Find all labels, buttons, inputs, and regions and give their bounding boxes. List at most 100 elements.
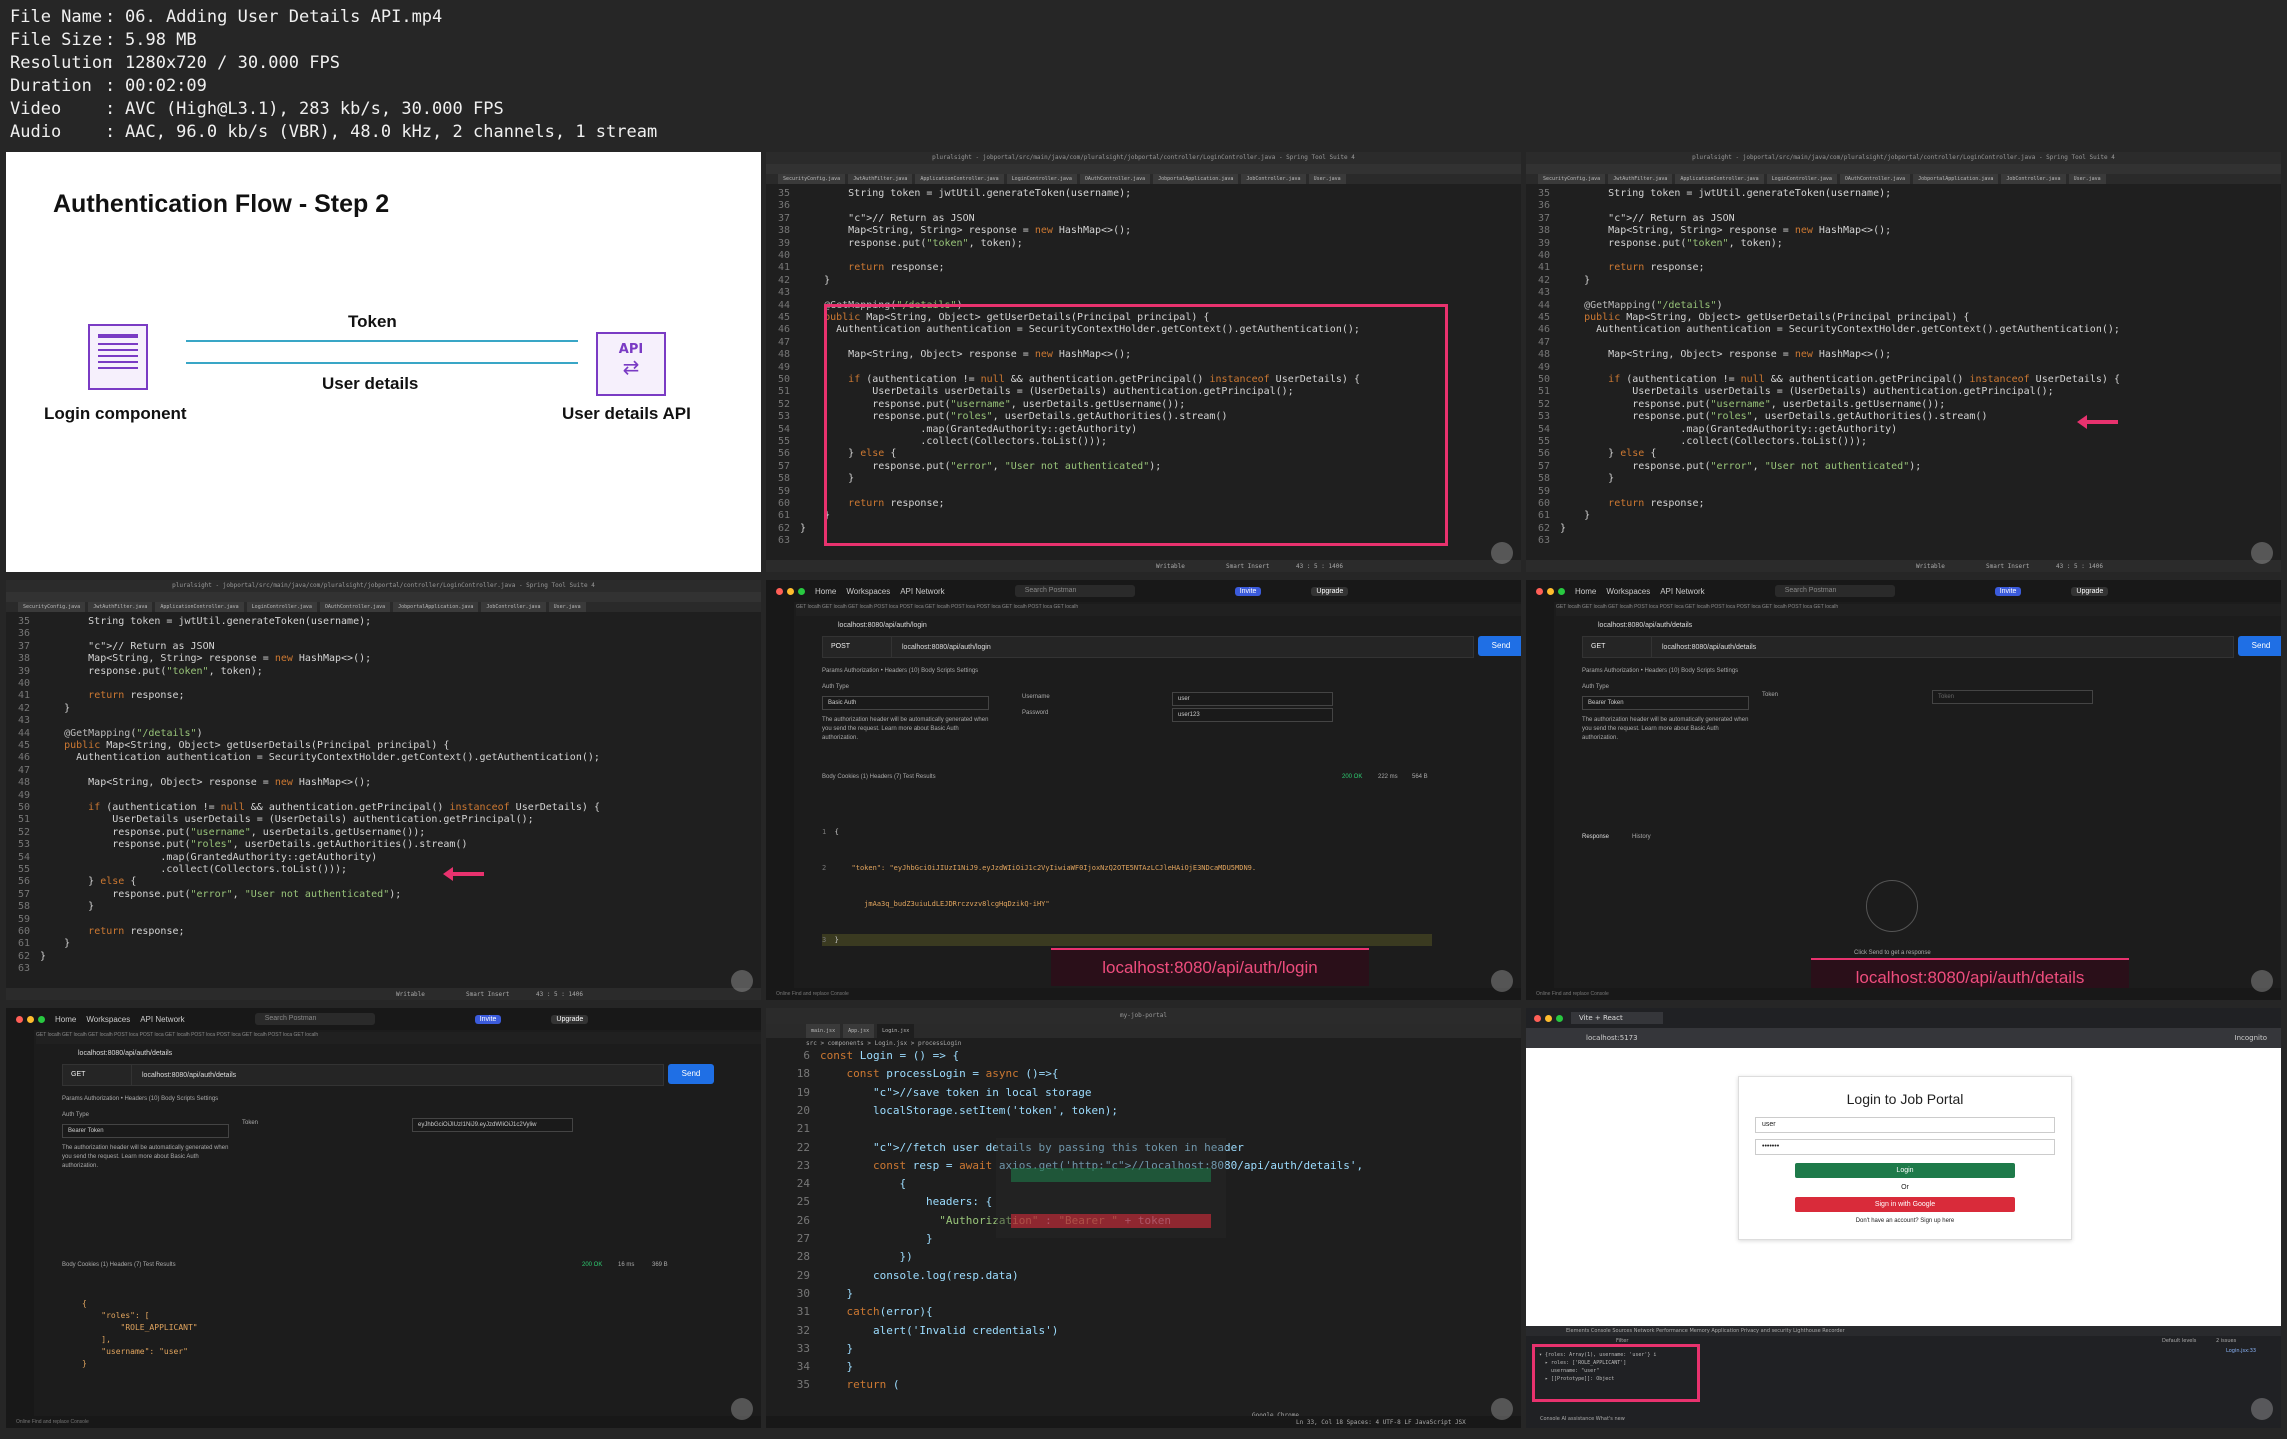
nav-home[interactable]: Home [55,1015,76,1024]
response-json[interactable]: 1 { 2 "token": "eyJhbGciOiJIUzI1NiJ9.eyJ… [822,802,1432,970]
request-tabs[interactable]: GET localh GET localh GET localh POST lo… [796,604,1521,616]
ide-tab[interactable]: JobController.java [1241,174,1306,184]
auth-type-select[interactable]: Bearer Token [62,1124,229,1138]
ide-tab[interactable]: LoginController.java [246,602,317,612]
ide-tab[interactable]: JobportalApplication.java [1913,174,1999,184]
nav-home[interactable]: Home [815,587,836,596]
ide-tab[interactable]: JwtAuthFilter.java [1608,174,1673,184]
username-input[interactable]: user [1172,692,1333,706]
play-icon[interactable] [1491,542,1513,564]
play-icon[interactable] [1491,1398,1513,1420]
invite-button[interactable]: Invite [1234,586,1262,596]
play-icon[interactable] [2251,1398,2273,1420]
play-icon[interactable] [2251,970,2273,992]
nav-api-network[interactable]: API Network [1660,587,1704,596]
url-input[interactable]: localhost:8080/api/auth/login [892,644,991,651]
ide-tab[interactable]: JobController.java [2001,174,2066,184]
ide-tab[interactable]: JwtAuthFilter.java [88,602,153,612]
postman-search[interactable]: Search Postman [1014,585,1135,597]
ide-tab[interactable]: OAuthController.java [319,602,391,612]
auth-tabs[interactable]: Params Authorization • Headers (10) Body… [62,1096,218,1102]
password-input[interactable]: user123 [1172,708,1333,722]
postman-search[interactable]: Search Postman [1774,585,1895,597]
nav-home[interactable]: Home [1575,587,1596,596]
username-input[interactable]: user [1755,1117,2055,1133]
auth-type-select[interactable]: Bearer Token [1582,696,1749,710]
tab-login-jsx[interactable]: Login.jsx [877,1024,915,1038]
token-input[interactable]: Token [1932,690,2093,704]
ide-tab[interactable]: User.java [2068,174,2106,184]
nav-workspaces[interactable]: Workspaces [846,587,890,596]
console-source[interactable]: Login.jsx:33 [2226,1348,2256,1354]
ide-tab[interactable]: JobportalApplication.java [1153,174,1239,184]
tab-main-jsx[interactable]: main.jsx [806,1024,841,1038]
postman-search[interactable]: Search Postman [254,1013,375,1025]
url-bar[interactable]: GET localhost:8080/api/auth/details [1582,636,2234,658]
send-button[interactable]: Send [2238,636,2281,656]
address-bar[interactable]: localhost:5173 Incognito [1526,1028,2281,1048]
console-levels[interactable]: Default levels [2162,1338,2196,1344]
code-editor[interactable]: 35 String token = jwtUtil.generateToken(… [6,616,749,988]
ide-tab[interactable]: User.java [548,602,586,612]
ide-tab[interactable]: JobController.java [481,602,546,612]
address-text[interactable]: localhost:5173 [1586,1034,1638,1042]
url-input[interactable]: localhost:8080/api/auth/details [132,1072,236,1079]
upgrade-button[interactable]: Upgrade [551,1014,589,1024]
ide-tab[interactable]: ApplicationController.java [1675,174,1764,184]
upgrade-button[interactable]: Upgrade [2071,586,2109,596]
invite-button[interactable]: Invite [474,1014,502,1024]
response-json[interactable]: { "roles": [ "ROLE_APPLICANT" ], "userna… [82,1298,198,1370]
auth-type-select[interactable]: Basic Auth [822,696,989,710]
method-select[interactable]: POST [823,637,892,657]
method-select[interactable]: GET [63,1065,132,1085]
ide-tab[interactable]: LoginController.java [1766,174,1837,184]
google-signin-button[interactable]: Sign in with Google [1795,1197,2015,1212]
response-tabs[interactable]: Body Cookies (1) Headers (7) Test Result… [822,774,936,780]
nav-api-network[interactable]: API Network [140,1015,184,1024]
method-select[interactable]: GET [1583,637,1652,657]
ide-tab[interactable]: JobportalApplication.java [393,602,479,612]
devtools-tabs[interactable]: Elements Console Sources Network Perform… [1526,1326,2281,1336]
ide-tab[interactable]: LoginController.java [1006,174,1077,184]
ide-tab[interactable]: ApplicationController.java [155,602,244,612]
browser-tab[interactable]: Vite + React [1571,1012,1663,1024]
ide-tab[interactable]: JwtAuthFilter.java [848,174,913,184]
send-button[interactable]: Send [1478,636,1521,656]
auth-tabs[interactable]: Params Authorization • Headers (10) Body… [822,668,978,674]
login-button[interactable]: Login [1795,1163,2015,1178]
nav-api-network[interactable]: API Network [900,587,944,596]
play-icon[interactable] [731,970,753,992]
signup-link[interactable]: Don't have an account? Sign up here [1739,1218,2071,1224]
request-tabs[interactable]: GET localh GET localh GET localh POST lo… [1556,604,2281,616]
nav-workspaces[interactable]: Workspaces [86,1015,130,1024]
token-input[interactable]: eyJhbGciOiJIUzI1NiJ9.eyJzdWIiOiJ1c2Vyliw [412,1118,573,1132]
play-icon[interactable] [1491,970,1513,992]
request-tabs[interactable]: GET localh GET localh GET localh POST lo… [36,1032,761,1044]
tab-app-jsx[interactable]: App.jsx [843,1024,875,1038]
send-button[interactable]: Send [668,1064,714,1084]
ide-tab[interactable]: OAuthController.java [1079,174,1151,184]
play-icon[interactable] [731,1398,753,1420]
ide-tab[interactable]: SecurityConfig.java [18,602,86,612]
play-icon[interactable] [2251,542,2273,564]
ide-tab[interactable]: ApplicationController.java [915,174,1004,184]
response-tabs[interactable]: Body Cookies (1) Headers (7) Test Result… [62,1262,176,1268]
url-bar[interactable]: GET localhost:8080/api/auth/details [62,1064,664,1086]
password-input[interactable]: ••••••• [1755,1139,2055,1155]
auth-tabs[interactable]: Params Authorization • Headers (10) Body… [1582,668,1738,674]
play-icon[interactable] [731,542,753,564]
devtools-bottom-tabs[interactable]: Console AI assistance What's new [1540,1416,1625,1422]
ide-tab[interactable]: User.java [1308,174,1346,184]
upgrade-button[interactable]: Upgrade [1311,586,1349,596]
response-status: 200 OK [1342,774,1363,780]
ide-tab[interactable]: SecurityConfig.java [1538,174,1606,184]
ide-tab[interactable]: OAuthController.java [1839,174,1911,184]
ide-tab[interactable]: SecurityConfig.java [778,174,846,184]
code-editor[interactable]: 35 String token = jwtUtil.generateToken(… [1526,188,2269,560]
invite-button[interactable]: Invite [1994,586,2022,596]
url-bar[interactable]: POST localhost:8080/api/auth/login [822,636,1474,658]
url-input[interactable]: localhost:8080/api/auth/details [1652,644,1756,651]
nav-workspaces[interactable]: Workspaces [1606,587,1650,596]
history-label[interactable]: History [1632,834,1651,840]
console-output-highlight[interactable]: ▾ {roles: Array(1), username: 'user'} i … [1532,1344,1700,1402]
